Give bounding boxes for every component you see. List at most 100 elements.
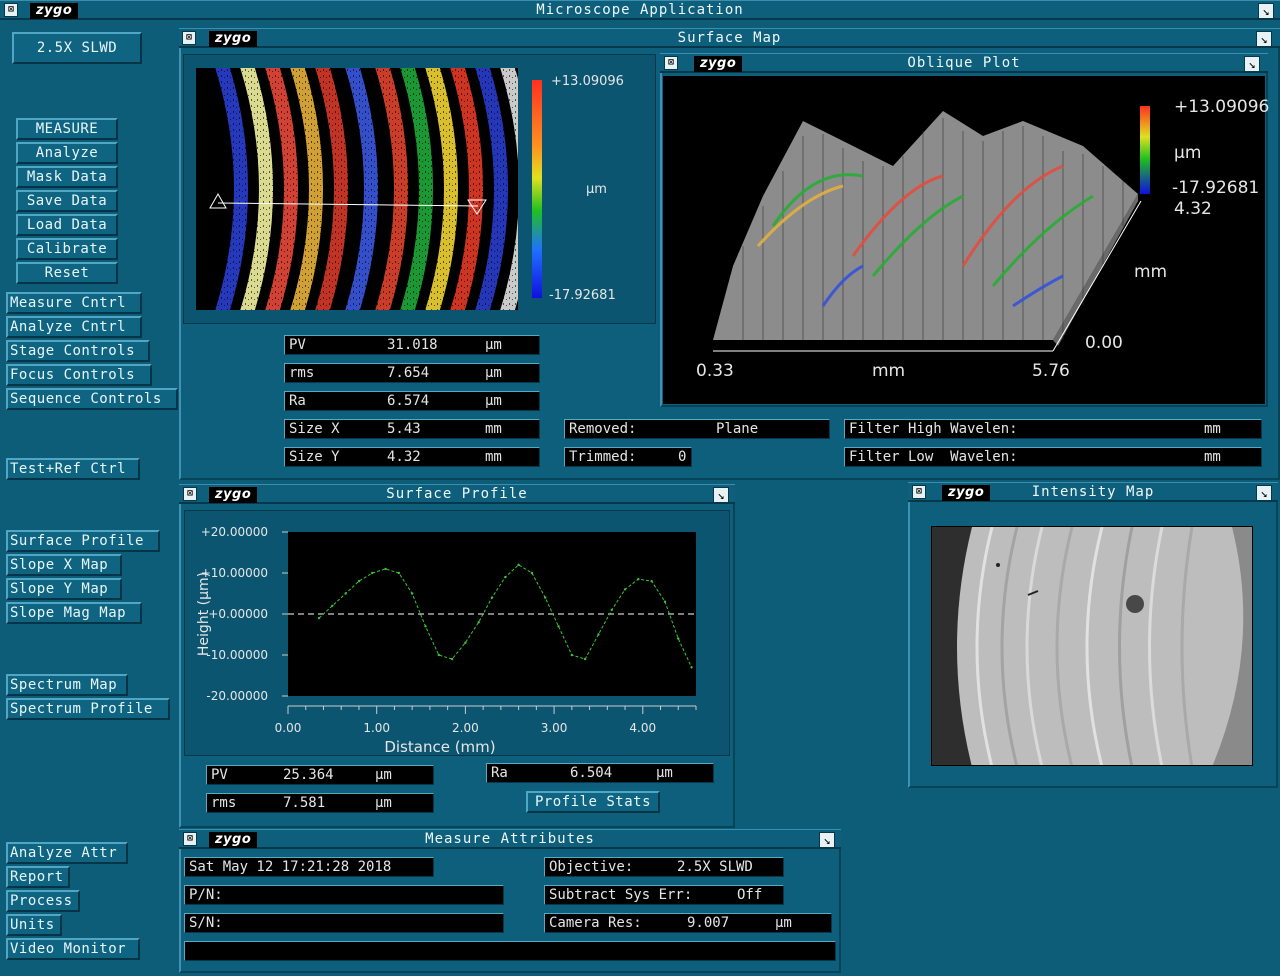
profile-data-point bbox=[397, 571, 401, 575]
menu-surface-profile[interactable]: Surface Profile bbox=[6, 530, 160, 552]
surface-map-stat-unit: µm bbox=[485, 393, 502, 409]
test-ref-ctrl-button[interactable]: Test+Ref Ctrl bbox=[6, 458, 140, 480]
surface-profile-titlebar: ⊠ zygo Surface Profile ↘ bbox=[179, 484, 735, 504]
x-tick-label: 0.00 bbox=[275, 721, 302, 735]
menu-load-data[interactable]: Load Data bbox=[16, 214, 118, 236]
menu-slope-mag-map[interactable]: Slope Mag Map bbox=[6, 602, 142, 624]
menu-slope-y-map[interactable]: Slope Y Map bbox=[6, 578, 122, 600]
profile-data-point bbox=[317, 616, 321, 620]
pin-icon[interactable]: ↘ bbox=[1256, 31, 1272, 47]
profile-data-point bbox=[690, 666, 693, 669]
intensity-texture bbox=[932, 527, 1252, 765]
oblique-scale-max: +13.09096 bbox=[1174, 97, 1270, 117]
menu-spectrum-profile[interactable]: Spectrum Profile bbox=[6, 698, 170, 720]
profile-data-point bbox=[517, 563, 520, 566]
menu-mask-data[interactable]: Mask Data bbox=[16, 166, 118, 188]
profile-data-point bbox=[437, 653, 440, 657]
menu-analyze[interactable]: Analyze bbox=[16, 142, 118, 164]
surface-map-stat-unit: µm bbox=[485, 337, 502, 353]
menu-slope-x-map[interactable]: Slope X Map bbox=[6, 554, 122, 576]
close-icon[interactable]: ⊠ bbox=[664, 56, 678, 70]
trimmed-value: 0 bbox=[678, 449, 687, 465]
surface-map-stat-label: Size Y bbox=[289, 449, 340, 465]
menu-units[interactable]: Units bbox=[6, 914, 62, 936]
menu-stage-controls[interactable]: Stage Controls bbox=[6, 340, 150, 362]
pin-icon[interactable]: ↘ bbox=[1258, 3, 1274, 19]
menu-focus-controls[interactable]: Focus Controls bbox=[6, 364, 152, 386]
oblique-plot-area[interactable] bbox=[663, 76, 1265, 404]
profile-data-point bbox=[530, 571, 534, 575]
x-tick-label: 1.00 bbox=[363, 721, 390, 735]
surface-map-stat-label: rms bbox=[289, 365, 315, 381]
surface-map-image[interactable] bbox=[196, 68, 518, 310]
removed-label: Removed: bbox=[569, 421, 637, 437]
menu-calibrate[interactable]: Calibrate bbox=[16, 238, 118, 260]
pin-icon[interactable]: ↘ bbox=[819, 832, 835, 848]
menu-measure[interactable]: MEASURE bbox=[16, 118, 118, 140]
objective-value: 2.5X SLWD bbox=[677, 859, 753, 875]
y-tick-label: -20.00000 bbox=[206, 689, 268, 703]
menu-save-data[interactable]: Save Data bbox=[16, 190, 118, 212]
menu-analyze-cntrl[interactable]: Analyze Cntrl bbox=[6, 316, 142, 338]
zygo-logo: zygo bbox=[209, 487, 258, 503]
comment-field[interactable] bbox=[184, 941, 836, 961]
y-tick-label: +0.00000 bbox=[208, 607, 268, 621]
close-icon[interactable]: ⊠ bbox=[182, 31, 196, 45]
y-axis-label: Height (µm) bbox=[196, 572, 212, 656]
oblique-3d-surface bbox=[713, 111, 1142, 352]
y-tick-label: +20.00000 bbox=[201, 525, 268, 539]
surface-map-stat-unit: µm bbox=[485, 365, 502, 381]
app-title: Microscope Application bbox=[536, 1, 744, 18]
profile-stats-button[interactable]: Profile Stats bbox=[526, 791, 660, 813]
pin-icon[interactable]: ↘ bbox=[1244, 56, 1260, 72]
profile-data-point bbox=[557, 625, 560, 628]
measure-attributes-title: Measure Attributes bbox=[425, 830, 595, 847]
camera-res-label: Camera Res: bbox=[549, 915, 642, 931]
menu-spectrum-map[interactable]: Spectrum Map bbox=[6, 674, 128, 696]
surface-map-size-y-field: Size Y 4.32 mm bbox=[284, 447, 540, 467]
camera-res-field: Camera Res: 9.007 µm bbox=[544, 913, 832, 933]
oblique-x-min: 0.33 bbox=[696, 361, 734, 381]
oblique-x-unit: mm bbox=[872, 361, 906, 381]
menu-reset[interactable]: Reset bbox=[16, 262, 118, 284]
pin-icon[interactable]: ↘ bbox=[1256, 485, 1272, 501]
x-axis-label: Distance (mm) bbox=[384, 738, 495, 756]
surface-profile-chart[interactable]: +20.00000+10.00000+0.00000-10.00000-20.0… bbox=[184, 512, 730, 756]
removed-value: Plane bbox=[716, 421, 759, 437]
surface-profile-title: Surface Profile bbox=[386, 485, 528, 502]
sn-field[interactable]: S/N: bbox=[184, 913, 504, 933]
menu-video-monitor[interactable]: Video Monitor bbox=[6, 938, 140, 960]
surface-map-stat-label: PV bbox=[289, 337, 306, 353]
intensity-map-image[interactable] bbox=[931, 526, 1253, 766]
removed-field: Removed: Plane bbox=[564, 419, 830, 439]
intensity-map-titlebar: ⊠ zygo Intensity Map ↘ bbox=[908, 482, 1278, 502]
menu-report[interactable]: Report bbox=[6, 866, 70, 888]
surface-profile-stat-unit: µm bbox=[375, 767, 392, 783]
close-icon[interactable]: ⊠ bbox=[183, 487, 197, 501]
surface-profile-stat-value: 25.364 bbox=[283, 767, 334, 783]
oblique-scale-min: -17.92681 bbox=[1172, 178, 1260, 198]
profile-data-point bbox=[424, 625, 427, 628]
close-icon[interactable]: ⊠ bbox=[4, 3, 18, 17]
pin-icon[interactable]: ↘ bbox=[713, 487, 729, 503]
close-icon[interactable]: ⊠ bbox=[183, 832, 197, 846]
pn-label: P/N: bbox=[189, 887, 223, 903]
menu-process[interactable]: Process bbox=[6, 890, 80, 912]
oblique-colorbar bbox=[1140, 106, 1150, 194]
zygo-logo: zygo bbox=[209, 832, 258, 848]
trimmed-label: Trimmed: bbox=[569, 449, 637, 465]
menu-sequence-controls[interactable]: Sequence Controls bbox=[6, 388, 178, 410]
camera-res-value: 9.007 bbox=[687, 915, 730, 931]
pn-field[interactable]: P/N: bbox=[184, 885, 504, 905]
profile-data-point bbox=[544, 596, 547, 599]
surface-map-pv-field: PV 31.018 µm bbox=[284, 335, 540, 355]
surface-map-scale-unit: µm bbox=[586, 182, 607, 197]
menu-measure-cntrl[interactable]: Measure Cntrl bbox=[6, 292, 142, 314]
profile-ra-field: Ra 6.504 µm bbox=[486, 763, 714, 783]
menu-analyze-attr[interactable]: Analyze Attr bbox=[6, 842, 128, 864]
objective-button[interactable]: 2.5X SLWD bbox=[12, 32, 142, 64]
close-icon[interactable]: ⊠ bbox=[912, 485, 926, 499]
surface-profile-stat-value: 7.581 bbox=[283, 795, 326, 811]
surface-map-titlebar: ⊠ zygo Surface Map ↘ bbox=[179, 28, 1280, 48]
filter-high-unit: mm bbox=[1204, 421, 1221, 437]
